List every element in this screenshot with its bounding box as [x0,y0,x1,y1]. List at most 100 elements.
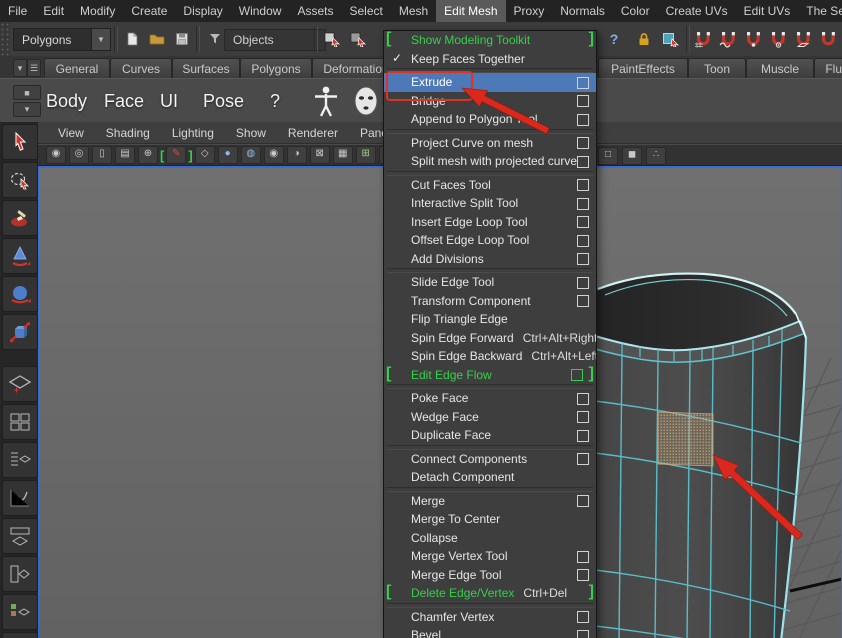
shelf-item-down-icon[interactable]: ▾ [13,102,41,117]
lock-icon[interactable] [632,28,655,50]
menu-item-flip-triangle-edge[interactable]: Flip Triangle Edge [384,310,596,329]
menu-item-project-curve-on-mesh[interactable]: Project Curve on mesh [384,134,596,153]
cameras-icon[interactable]: ▦ [332,146,353,164]
quick-layout-button-5[interactable] [2,518,38,554]
menu-item-cut-faces-tool[interactable]: Cut Faces Tool [384,176,596,195]
menu-item-delete-edge-vertex[interactable]: [] Delete Edge/Vertex Ctrl+Del [384,583,596,603]
shadows-icon[interactable]: ◑ [286,146,307,164]
menu-item-split-mesh-with-projected-curve[interactable]: Split mesh with projected curve [384,152,596,171]
menu-item-offset-edge-loop-tool[interactable]: Offset Edge Loop Tool [384,231,596,250]
objects-field[interactable]: Objects [224,29,326,51]
paint-select-tool[interactable] [2,200,38,236]
quick-layout-button-7[interactable] [2,594,38,630]
select-by-object-icon[interactable] [346,28,369,50]
snap-to-projected-center-icon[interactable] [767,28,790,50]
quick-layout-button-4[interactable] [2,480,38,516]
smooth-shade-icon[interactable]: ● [217,146,238,164]
option-box[interactable] [571,369,583,381]
menu-edit-uvs[interactable]: Edit UVs [736,0,799,22]
select-camera-icon[interactable]: ◉ [46,146,66,164]
menu-item-collapse[interactable]: Collapse [384,529,596,548]
menu-item-insert-edge-loop-tool[interactable]: Insert Edge Loop Tool [384,213,596,232]
menu-color[interactable]: Color [613,0,658,22]
face-mask-icon[interactable] [348,83,384,119]
option-box[interactable] [577,234,589,247]
textured-cube-icon[interactable]: ◼ [622,147,642,165]
quick-layout-button-6[interactable] [2,556,38,592]
shelf-item-up-icon[interactable]: ■ [13,85,41,100]
menu-item-interactive-split-tool[interactable]: Interactive Split Tool [384,194,596,213]
menu-item-chamfer-vertex[interactable]: Chamfer Vertex [384,608,596,627]
grid-toggle-icon[interactable]: ⊞ [355,146,376,164]
menu-item-spin-edge-forward[interactable]: Spin Edge Forward Ctrl+Alt+Right [384,329,596,348]
menu-create[interactable]: Create [123,0,175,22]
option-box[interactable] [577,453,589,465]
shelf-tab-toon[interactable]: Toon [688,58,746,78]
menu-item-merge-edge-tool[interactable]: Merge Edge Tool [384,566,596,585]
menu-item-detach-component[interactable]: Detach Component [384,468,596,487]
help-icon[interactable]: ? [602,28,625,50]
bookmark-icon[interactable]: ▯ [92,146,112,164]
option-box[interactable] [577,137,589,149]
panel-menu-renderer[interactable]: Renderer [288,126,338,140]
option-box[interactable] [577,216,589,228]
option-box[interactable] [577,76,589,89]
shelf-tab-flui[interactable]: Flui [814,58,842,78]
menu-item-bridge[interactable]: Bridge [384,92,596,111]
move-tool[interactable] [2,238,38,274]
option-box[interactable] [577,95,589,107]
shelf-tab-surfaces[interactable]: Surfaces [172,58,240,78]
option-box[interactable] [577,295,589,307]
shelf-tab-curves[interactable]: Curves [110,58,172,78]
shelf-tab-arrow-icon[interactable]: ▾ [13,59,27,77]
t-pose-figure-icon[interactable] [308,83,344,119]
quick-layout-button-2[interactable] [2,404,38,440]
menu-item-slide-edge-tool[interactable]: Slide Edge Tool [384,273,596,292]
menu-item-duplicate-face[interactable]: Duplicate Face [384,426,596,445]
menu-edit-mesh[interactable]: Edit Mesh [436,0,506,22]
menu-item-merge-to-center[interactable]: Merge To Center [384,510,596,529]
menu-item-connect-components[interactable]: Connect Components [384,450,596,469]
shelf-button-pose[interactable]: Pose [203,79,244,123]
menu-set-selector[interactable]: Polygons ▼ [13,28,111,51]
open-scene-icon[interactable] [145,28,168,50]
menu-item-extrude[interactable]: Extrude [384,73,596,92]
highlight-selection-icon[interactable] [658,28,681,50]
menu-item-transform-component[interactable]: Transform Component [384,292,596,311]
menu-normals[interactable]: Normals [552,0,613,22]
menu-item-add-divisions[interactable]: Add Divisions [384,250,596,269]
default-material-icon[interactable]: □ [598,147,618,165]
menu-item-wedge-face[interactable]: Wedge Face [384,408,596,427]
image-plane-icon[interactable]: ▤ [115,146,135,164]
shelf-tab-painteffects[interactable]: PaintEffects [598,58,688,78]
wireframe-mode-icon[interactable]: ◇ [194,146,215,164]
menu-item-keep-faces-together[interactable]: ✓ Keep Faces Together [384,50,596,69]
lighting-mode-icon[interactable]: ◉ [263,146,284,164]
panel-menu-view[interactable]: View [58,126,84,140]
menu-assets[interactable]: Assets [289,0,341,22]
option-box[interactable] [577,113,589,126]
lasso-select-tool[interactable] [2,162,38,198]
shelf-button-ui[interactable]: UI [160,79,178,123]
menu-proxy[interactable]: Proxy [506,0,553,22]
menu-display[interactable]: Display [175,0,230,22]
panel-menu-show[interactable]: Show [236,126,266,140]
shelf-button-help[interactable]: ? [270,79,280,123]
option-box[interactable] [577,495,589,507]
menu-item-append-to-polygon-tool[interactable]: Append to Polygon Tool [384,110,596,129]
pan-zoom-icon[interactable]: ⊕ [138,146,158,164]
menu-mesh[interactable]: Mesh [391,0,436,22]
new-scene-icon[interactable] [120,28,143,50]
option-box[interactable] [577,411,589,423]
menu-modify[interactable]: Modify [72,0,123,22]
save-scene-icon[interactable] [170,28,193,50]
selection-mask-filter-icon[interactable] [203,28,226,50]
snap-to-curves-icon[interactable] [717,28,740,50]
menu-file[interactable]: File [0,0,35,22]
shelf-button-face[interactable]: Face [104,79,144,123]
option-box[interactable] [577,253,589,265]
menu-window[interactable]: Window [231,0,290,22]
menu-item-edit-edge-flow[interactable]: [] Edit Edge Flow [384,365,596,385]
option-box[interactable] [577,197,589,210]
panel-menu-shading[interactable]: Shading [106,126,150,140]
